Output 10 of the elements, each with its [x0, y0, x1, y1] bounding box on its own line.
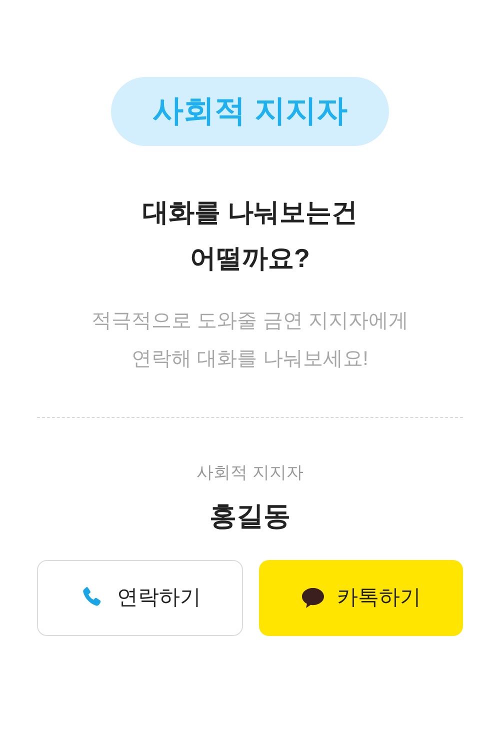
kakao-talk-button[interactable]: 카톡하기 — [259, 560, 463, 636]
chat-bubble-icon — [301, 587, 325, 609]
heading-line: 대화를 나눠보는건 — [142, 196, 358, 229]
description-line: 적극적으로 도와줄 금연 지지자에게 — [92, 309, 408, 334]
supporter-label: 사회적 지지자 — [196, 462, 304, 484]
heading-line: 어떨까요? — [190, 242, 310, 275]
supporter-name: 홍길동 — [210, 500, 290, 532]
call-button[interactable]: 연락하기 — [37, 560, 243, 636]
title-badge: 사회적 지지자 — [111, 77, 389, 146]
description-line: 연락해 대화를 나눠보세요! — [132, 347, 368, 372]
